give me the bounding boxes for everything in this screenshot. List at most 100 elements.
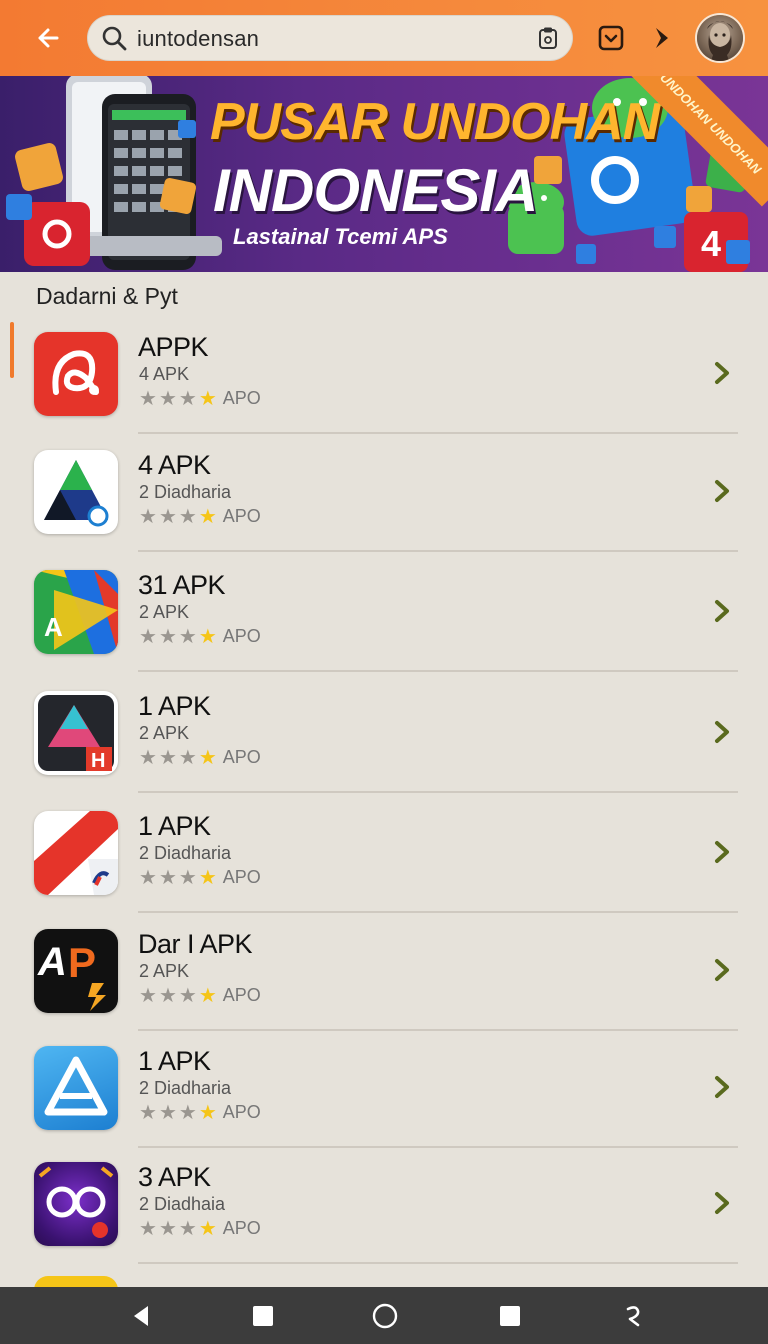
search-field[interactable]: iuntodensan xyxy=(87,15,573,61)
star-icon: ★ xyxy=(158,625,177,648)
app-rating: ★ ★ ★ ★ APO xyxy=(139,1218,261,1239)
promo-banner[interactable]: 4 PUSAR UNDOHAN INDONESIA Lastainal Tcem… xyxy=(0,76,768,272)
app-name: 1 APK xyxy=(138,811,211,841)
divider xyxy=(138,791,738,793)
star-icon: ★ xyxy=(139,505,157,528)
app-subtitle: 2 APK xyxy=(139,723,190,743)
list-item[interactable]: 1 APK 2 Diadharia ★ ★ ★ ★ APO xyxy=(0,795,768,913)
divider xyxy=(138,670,738,672)
star-icon: ★ xyxy=(139,1101,157,1124)
chevron-right-icon[interactable] xyxy=(711,957,733,983)
app-rating: ★ ★ ★ ★ APO xyxy=(139,626,261,647)
app-name: 3 APK xyxy=(138,1162,211,1192)
back-button[interactable] xyxy=(28,20,64,56)
app-icon xyxy=(34,811,118,895)
chevron-right-icon[interactable] xyxy=(711,1190,733,1216)
rating-label: APO xyxy=(222,388,261,408)
search-input[interactable]: iuntodensan xyxy=(137,26,259,52)
rating-label: APO xyxy=(222,1102,261,1122)
chevron-right-icon[interactable] xyxy=(711,719,733,745)
triangle-back-icon xyxy=(134,1306,148,1326)
app-subtitle: 2 Diadharia xyxy=(139,482,232,502)
app-subtitle: 2 APK xyxy=(139,961,190,981)
app-rating: ★ ★ ★ ★ APO xyxy=(139,1102,261,1123)
star-icon: ★ xyxy=(198,505,217,528)
svg-text:A: A xyxy=(37,940,67,984)
rating-label: APO xyxy=(222,1218,261,1238)
svg-text:4: 4 xyxy=(701,223,721,264)
rating-label: APO xyxy=(222,867,261,887)
app-logo-icon: A P xyxy=(37,939,106,1011)
star-icon: ★ xyxy=(158,1217,177,1240)
banner-title-secondary: INDONESIA xyxy=(213,157,538,224)
list-item[interactable]: A P Dar I APK 2 APK ★ ★ ★ ★ APO xyxy=(0,913,768,1031)
nav-recents-button[interactable] xyxy=(248,1301,278,1331)
star-icon: ★ xyxy=(198,1101,217,1124)
banner-title: PUSAR UNDOHAN xyxy=(210,93,660,151)
app-subtitle: 2 Diadharia xyxy=(139,1078,232,1098)
assist-gesture-icon xyxy=(626,1306,640,1327)
rating-label: APO xyxy=(222,985,261,1005)
app-icon xyxy=(34,1162,118,1246)
rating-label: APO xyxy=(222,747,261,767)
star-icon: ★ xyxy=(139,984,157,1007)
app-subtitle: 2 Diadhaia xyxy=(139,1194,226,1214)
app-name: 4 APK xyxy=(138,450,211,480)
list-item[interactable]: APPK 4 APK ★ ★ ★ ★ APO xyxy=(0,316,768,434)
app-logo-icon xyxy=(44,1056,108,1116)
nav-back-button[interactable] xyxy=(126,1301,156,1331)
star-icon: ★ xyxy=(198,866,217,889)
star-icon: ★ xyxy=(198,984,217,1007)
chevron-right-icon[interactable] xyxy=(711,598,733,624)
list-item[interactable]: 1 APK 2 Diadharia ★ ★ ★ ★ APO xyxy=(0,1030,768,1148)
star-icon: ★ xyxy=(178,505,197,528)
nav-assist-button[interactable] xyxy=(618,1301,648,1331)
app-rating: ★ ★ ★ ★ APO xyxy=(139,747,261,768)
nav-square-button[interactable] xyxy=(495,1301,525,1331)
rating-label: APO xyxy=(222,626,261,646)
star-icon: ★ xyxy=(198,1217,217,1240)
app-name: Dar I APK xyxy=(138,929,253,959)
forward-arrow-icon xyxy=(656,28,668,48)
app-rating: ★ ★ ★ ★ APO xyxy=(139,388,261,409)
star-icon: ★ xyxy=(178,1217,197,1240)
app-rating: ★ ★ ★ ★ APO xyxy=(139,506,261,527)
star-icon: ★ xyxy=(139,1217,157,1240)
profile-face-icon xyxy=(707,21,733,61)
banner-subtitle: Lastainal Tcemi APS xyxy=(233,224,448,249)
app-logo-icon: A xyxy=(34,570,118,654)
clipboard-icon[interactable] xyxy=(537,26,559,50)
circle-home-icon xyxy=(372,1303,398,1329)
star-icon: ★ xyxy=(198,746,217,769)
system-nav-bar xyxy=(0,1287,768,1344)
app-logo-icon xyxy=(52,350,99,395)
star-icon: ★ xyxy=(139,866,157,889)
download-box-button[interactable] xyxy=(593,20,629,56)
forward-button[interactable] xyxy=(645,20,681,56)
app-icon xyxy=(34,1046,118,1130)
list-item[interactable]: 4 APK 2 Diadharia ★ ★ ★ ★ APO xyxy=(0,434,768,552)
list-item[interactable]: H 1 APK 2 APK ★ ★ ★ ★ APO xyxy=(0,675,768,793)
list-item[interactable]: A 31 APK 2 APK ★ ★ ★ ★ APO xyxy=(0,554,768,672)
chevron-right-icon[interactable] xyxy=(711,360,733,386)
app-name: 1 APK xyxy=(138,691,211,721)
star-icon: ★ xyxy=(178,625,197,648)
star-icon: ★ xyxy=(178,984,197,1007)
app-logo-icon: H xyxy=(38,695,114,772)
app-subtitle: 4 APK xyxy=(139,364,190,384)
chevron-right-icon[interactable] xyxy=(711,839,733,865)
search-icon xyxy=(102,26,127,51)
star-icon: ★ xyxy=(158,505,177,528)
section-title: Dadarni & Pyt xyxy=(36,283,178,309)
square-icon xyxy=(500,1306,520,1326)
avatar[interactable] xyxy=(697,15,743,61)
star-icon: ★ xyxy=(198,387,217,410)
chevron-right-icon[interactable] xyxy=(711,478,733,504)
app-icon: A xyxy=(34,570,118,654)
app-rating: ★ ★ ★ ★ APO xyxy=(139,867,261,888)
app-name: 1 APK xyxy=(138,1046,211,1076)
chevron-right-icon[interactable] xyxy=(711,1074,733,1100)
nav-home-button[interactable] xyxy=(370,1301,400,1331)
app-name: 31 APK xyxy=(138,570,226,600)
list-item[interactable]: 3 APK 2 Diadhaia ★ ★ ★ ★ APO xyxy=(0,1146,768,1264)
